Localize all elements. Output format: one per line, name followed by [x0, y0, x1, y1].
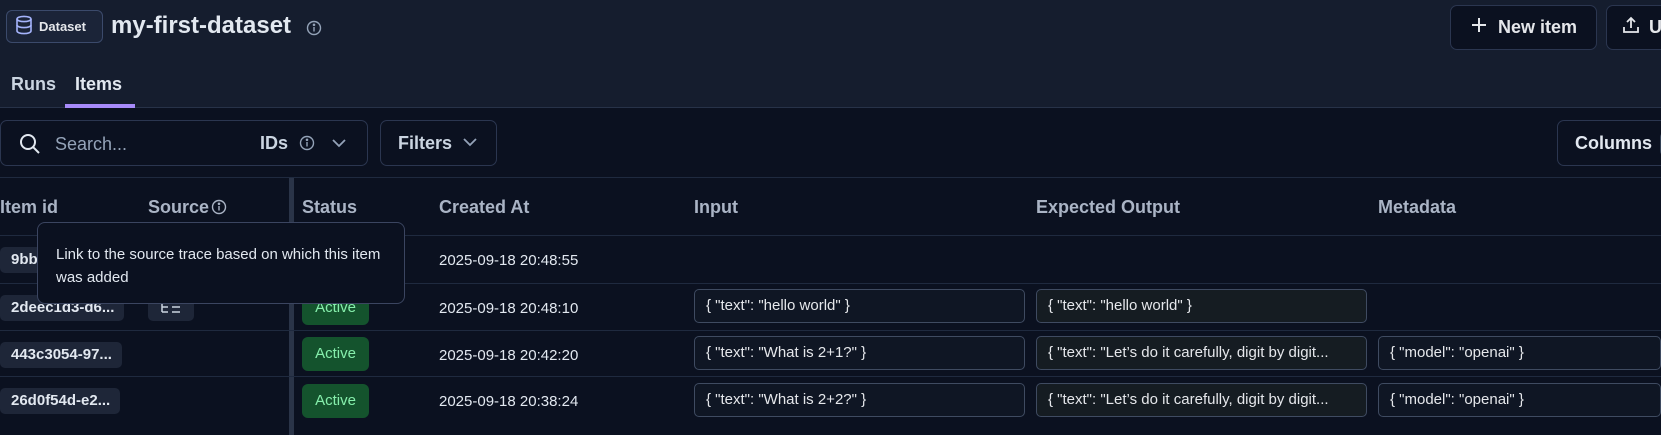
input-cell[interactable]: { "text": "What is 2+2?" }	[694, 383, 1025, 417]
column-header-source[interactable]: Source	[148, 197, 209, 218]
item-id-pill[interactable]: 443c3054-97...	[0, 342, 122, 368]
search-mode-label[interactable]: IDs	[260, 133, 288, 154]
row-divider	[0, 376, 1661, 377]
chevron-down-icon	[462, 133, 478, 154]
dataset-badge-label: Dataset	[39, 19, 86, 34]
created-at-cell: 2025-09-18 20:48:10	[439, 300, 579, 317]
toolbar: IDs Filters Columns	[0, 108, 1661, 178]
input-cell[interactable]: { "text": "hello world" }	[694, 289, 1025, 323]
search-box: IDs	[0, 120, 368, 166]
column-header-status[interactable]: Status	[302, 197, 357, 218]
search-icon	[19, 133, 41, 160]
top-bar: Dataset my-first-dataset New item U	[0, 0, 1661, 57]
metadata-cell[interactable]: { "model": "openai" }	[1378, 336, 1661, 370]
input-cell[interactable]: { "text": "What is 2+1?" }	[694, 336, 1025, 370]
new-item-label: New item	[1497, 17, 1578, 37]
status-badge: Active	[302, 337, 369, 371]
tab-bar: Runs Items	[0, 57, 1661, 108]
columns-button[interactable]: Columns	[1557, 120, 1661, 166]
expected-output-cell[interactable]: { "text": "Let’s do it carefully, digit …	[1036, 336, 1367, 370]
metadata-cell[interactable]: { "model": "openai" }	[1378, 383, 1661, 417]
column-header-item-id[interactable]: Item id	[0, 197, 58, 218]
search-input[interactable]	[55, 133, 245, 155]
source-tooltip: Link to the source trace based on which …	[37, 222, 405, 304]
chevron-down-icon[interactable]	[331, 136, 347, 155]
plus-icon	[1470, 16, 1488, 39]
database-icon	[15, 15, 33, 38]
created-at-cell: 2025-09-18 20:38:24	[439, 393, 579, 410]
item-id-pill[interactable]: 26d0f54d-e2...	[0, 388, 121, 414]
dataset-badge: Dataset	[6, 10, 103, 43]
new-item-button[interactable]: New item	[1450, 5, 1597, 50]
tab-items[interactable]: Items	[75, 74, 122, 95]
upload-icon	[1621, 15, 1641, 40]
column-header-expected-output[interactable]: Expected Output	[1036, 197, 1180, 218]
upload-button[interactable]: U	[1606, 5, 1661, 50]
filters-button[interactable]: Filters	[380, 120, 497, 166]
status-badge: Active	[302, 384, 369, 418]
page-title: my-first-dataset	[111, 12, 292, 39]
column-header-created-at[interactable]: Created At	[439, 197, 529, 218]
upload-label: U	[1649, 17, 1661, 37]
expected-output-cell[interactable]: { "text": "hello world" }	[1036, 289, 1367, 323]
tab-runs[interactable]: Runs	[11, 74, 56, 95]
column-resize-handle[interactable]	[289, 178, 294, 435]
expected-output-cell[interactable]: { "text": "Let’s do it carefully, digit …	[1036, 383, 1367, 417]
created-at-cell: 2025-09-18 20:42:20	[439, 347, 579, 364]
info-icon[interactable]	[211, 199, 227, 220]
row-divider	[0, 330, 1661, 331]
created-at-cell: 2025-09-18 20:48:55	[439, 252, 579, 269]
filters-label: Filters	[398, 132, 453, 153]
columns-label: Columns	[1575, 132, 1653, 153]
column-header-metadata[interactable]: Metadata	[1378, 197, 1456, 218]
info-icon[interactable]	[299, 135, 315, 156]
info-icon[interactable]	[306, 20, 322, 41]
column-header-input[interactable]: Input	[694, 197, 738, 218]
